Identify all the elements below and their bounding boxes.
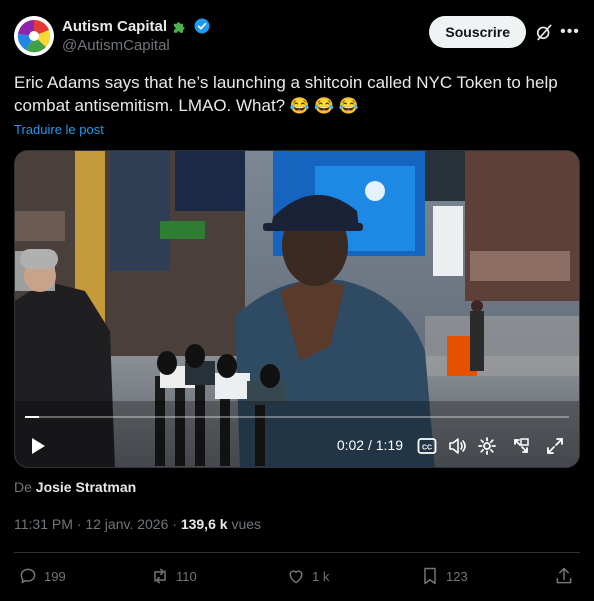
- reply-count: 199: [44, 568, 66, 584]
- video-byline: De Josie Stratman: [14, 479, 136, 495]
- video-frame: [15, 151, 579, 467]
- tweet-meta: 11:31 PM · 12 janv. 2026 · 139,6 k vues: [14, 516, 261, 532]
- subscribe-button[interactable]: Souscrire: [429, 16, 526, 48]
- display-name[interactable]: Autism Capital: [62, 18, 167, 35]
- avatar[interactable]: [14, 16, 54, 56]
- like-button[interactable]: 1 k: [286, 566, 329, 586]
- verified-badge-icon: [194, 18, 210, 34]
- progress-fill: [25, 416, 39, 418]
- tweet-header: Autism Capital @AutismCapital Souscrire …: [14, 14, 580, 58]
- play-icon[interactable]: [25, 431, 51, 461]
- repost-icon: [154, 568, 166, 584]
- bookmark-icon: [424, 567, 436, 585]
- like-count: 1 k: [312, 568, 330, 584]
- fullscreen-icon[interactable]: [543, 431, 567, 461]
- tweet-date[interactable]: 12 janv. 2026: [85, 516, 168, 532]
- video-controls: 0:02 / 1:19 CC: [15, 431, 579, 461]
- more-icon[interactable]: •••: [560, 22, 580, 42]
- heart-icon: [289, 570, 303, 584]
- handle[interactable]: @AutismCapital: [62, 37, 211, 54]
- captions-icon[interactable]: CC: [415, 431, 439, 461]
- grok-icon[interactable]: [534, 22, 554, 42]
- tweet-actions: 199 110 1 k 123: [14, 566, 580, 588]
- repost-button[interactable]: 110: [150, 566, 197, 586]
- meta-separator: ·: [76, 516, 82, 532]
- byline-prefix: De: [14, 479, 32, 495]
- repost-count: 110: [176, 568, 197, 584]
- byline-author[interactable]: Josie Stratman: [36, 479, 136, 495]
- puzzle-logo-icon: [14, 16, 54, 56]
- views-count: 139,6 k: [180, 516, 228, 532]
- divider: [14, 552, 580, 553]
- progress-bar[interactable]: [25, 416, 569, 418]
- bookmark-count: 123: [446, 568, 468, 584]
- views-label: vues: [231, 516, 262, 532]
- translate-link[interactable]: Traduire le post: [14, 122, 104, 137]
- reply-icon: [20, 568, 36, 584]
- pop-out-icon[interactable]: [509, 431, 533, 461]
- video-player[interactable]: 0:02 / 1:19 CC: [14, 150, 580, 468]
- svg-text:CC: CC: [422, 445, 432, 452]
- volume-icon[interactable]: [445, 431, 469, 461]
- video-timecode: 0:02 / 1:19: [336, 437, 403, 453]
- tweet-body: Eric Adams says that he’s launching a sh…: [14, 73, 558, 115]
- reply-button[interactable]: 199: [18, 566, 66, 586]
- tweet-time[interactable]: 11:31 PM: [14, 516, 73, 532]
- share-button[interactable]: [554, 566, 574, 586]
- meta-separator: ·: [172, 516, 177, 532]
- puzzle-piece-icon: [174, 22, 185, 33]
- tweet-text: Eric Adams says that he’s launching a sh…: [14, 71, 574, 118]
- bookmark-button[interactable]: 123: [420, 566, 468, 586]
- tweet-emoji: 😂 😂 😂: [289, 98, 359, 115]
- share-icon: [556, 567, 572, 584]
- settings-icon[interactable]: [475, 431, 499, 461]
